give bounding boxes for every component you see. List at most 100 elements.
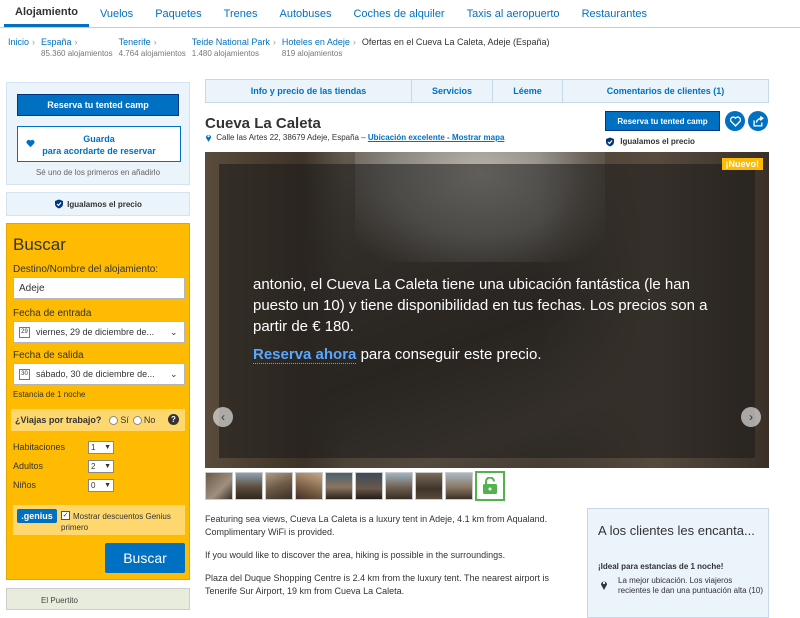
checkin-label: Fecha de entrada <box>13 308 92 319</box>
best-location-note: La mejor ubicación. Los viajeros recient… <box>618 576 763 595</box>
nav-tab-coches[interactable]: Coches de alquiler <box>342 0 455 27</box>
guest-highlights: A los clientes les encanta... ¡Ideal par… <box>587 508 769 618</box>
nav-tab-restaurantes[interactable]: Restaurantes <box>571 0 658 27</box>
breadcrumb-item[interactable]: Teide National Park › 1.480 alojamientos <box>192 37 276 58</box>
chevron-right-icon: › <box>74 37 78 47</box>
save-label-line1: Guarda <box>83 134 115 144</box>
thumbnail[interactable] <box>265 472 293 500</box>
thumbnail[interactable] <box>325 472 353 500</box>
business-no-label[interactable]: No <box>144 415 156 425</box>
price-match-label: Igualamos el precio <box>620 137 695 147</box>
breadcrumb-item[interactable]: España › 85.360 alojamientos <box>41 37 113 58</box>
next-photo-button[interactable]: › <box>741 407 761 427</box>
description-paragraph: If you would like to discover the area, … <box>205 550 506 560</box>
reserve-tented-camp-button[interactable]: Reserva tu tented camp <box>17 94 179 116</box>
nav-tab-autobuses[interactable]: Autobuses <box>269 0 343 27</box>
prev-photo-button[interactable]: ‹ <box>213 407 233 427</box>
genius-filter: .genius ✓ Mostrar descuentos Genius prim… <box>13 505 185 535</box>
breadcrumb-label[interactable]: Hoteles en Adeje <box>282 37 350 47</box>
breadcrumb-item[interactable]: Inicio › <box>8 37 35 58</box>
destination-input[interactable]: Adeje <box>13 277 185 299</box>
hotel-name: Cueva La Caleta <box>205 115 321 132</box>
nav-tab-alojamiento[interactable]: Alojamiento <box>4 0 89 27</box>
tab-reviews[interactable]: Comentarios de clientes (1) <box>563 80 768 102</box>
breadcrumb-label[interactable]: Inicio <box>8 37 29 47</box>
checkout-label: Fecha de salida <box>13 350 84 361</box>
location-pin-icon <box>205 135 212 143</box>
share-icon <box>752 115 764 127</box>
business-yes-label[interactable]: Sí <box>120 415 129 425</box>
nav-tab-trenes[interactable]: Trenes <box>213 0 269 27</box>
adults-select[interactable]: 2 ▼ <box>88 460 114 473</box>
checkin-date-value: viernes, 29 de diciembre de... <box>36 327 155 337</box>
highlights-title: A los clientes les encanta... <box>598 523 755 538</box>
reserve-now-link[interactable]: Reserva ahora <box>253 346 357 364</box>
breadcrumb-label[interactable]: Tenerife <box>119 37 151 47</box>
checkin-date-select[interactable]: 29 viernes, 29 de diciembre de... ⌄ <box>13 321 185 343</box>
breadcrumb-label[interactable]: España <box>41 37 72 47</box>
genius-label[interactable]: Mostrar descuentos Genius primero <box>61 511 181 533</box>
lock-icon <box>483 477 497 494</box>
calendar-icon: 29 <box>19 326 30 338</box>
stay-length: Estancia de 1 noche <box>13 390 86 399</box>
reserve-tented-camp-top-button[interactable]: Reserva tu tented camp <box>605 111 720 131</box>
tab-services[interactable]: Servicios <box>412 80 493 102</box>
business-yes-radio[interactable] <box>109 415 119 425</box>
thumbnail[interactable] <box>355 472 383 500</box>
thumbnail[interactable] <box>415 472 443 500</box>
availability-message: antonio, el Cueva La Caleta tiene una ub… <box>253 276 708 335</box>
search-button[interactable]: Buscar <box>105 543 185 573</box>
kids-label: Niños <box>13 480 37 490</box>
tab-fine-print[interactable]: Léeme <box>493 80 563 102</box>
heart-icon <box>26 139 35 148</box>
help-icon[interactable]: ? <box>168 414 179 425</box>
new-badge: ¡Nuevo! <box>721 158 763 170</box>
kids-value: 0 <box>91 481 96 490</box>
price-match-badge[interactable]: Igualamos el precio <box>6 192 190 216</box>
search-box: Buscar Destino/Nombre del alojamiento: A… <box>6 223 190 580</box>
nav-tab-paquetes[interactable]: Paquetes <box>144 0 212 27</box>
breadcrumb-count: 4.764 alojamientos <box>118 49 186 58</box>
thumbnail[interactable] <box>295 472 323 500</box>
description-paragraph: Featuring sea views, Cueva La Caleta is … <box>205 514 548 537</box>
thumbnail[interactable] <box>235 472 263 500</box>
breadcrumb-label: Ofertas en el Cueva La Caleta, Adeje (Es… <box>361 37 550 47</box>
nav-tab-vuelos[interactable]: Vuelos <box>89 0 144 27</box>
business-no-radio[interactable] <box>132 415 142 425</box>
ideal-stay-note: ¡Ideal para estancias de 1 noche! <box>598 562 724 571</box>
kids-select[interactable]: 0 ▼ <box>88 479 114 492</box>
chevron-down-icon: ⌄ <box>170 368 178 379</box>
first-to-add-note: Sé uno de los primeros en añadirlo <box>35 168 161 177</box>
breadcrumb-label[interactable]: Teide National Park <box>192 37 270 47</box>
thumbnail[interactable] <box>205 472 233 500</box>
search-title: Buscar <box>13 235 66 254</box>
save-to-wishlist-button[interactable]: Guarda para acordarte de reservar <box>17 126 181 162</box>
chevron-down-icon: ⌄ <box>170 326 178 337</box>
breadcrumb-item[interactable]: Hoteles en Adeje › 819 alojamientos <box>282 37 356 58</box>
map-preview[interactable]: El Puertito <box>6 588 190 610</box>
calendar-icon: 30 <box>19 368 30 380</box>
rooms-label: Habitaciones <box>13 442 66 452</box>
checkout-date-value: sábado, 30 de diciembre de... <box>36 369 155 379</box>
share-button[interactable] <box>748 111 768 131</box>
cta-rest: para conseguir este precio. <box>356 346 542 363</box>
save-label-line2: para acordarte de reservar <box>42 146 156 156</box>
thumbnail[interactable] <box>385 472 413 500</box>
hero-photo[interactable]: antonio, el Cueva La Caleta tiene una ub… <box>205 152 769 468</box>
hotel-address: Calle las Artes 22, 38679 Adeje, España … <box>205 133 505 143</box>
adults-value: 2 <box>91 462 96 471</box>
chevron-right-icon: › <box>32 37 36 47</box>
breadcrumb-item[interactable]: Tenerife › 4.764 alojamientos <box>119 37 186 58</box>
thumbnail[interactable] <box>445 472 473 500</box>
shield-check-icon <box>606 137 614 147</box>
chevron-down-icon: ▼ <box>104 463 111 470</box>
tab-info-price[interactable]: Info y precio de las tiendas <box>206 80 412 102</box>
chevron-down-icon: ▼ <box>104 444 111 451</box>
price-match-note[interactable]: Igualamos el precio <box>605 137 695 147</box>
nav-tab-taxis[interactable]: Taxis al aeropuerto <box>456 0 571 27</box>
more-photos-locked[interactable] <box>475 471 505 501</box>
show-map-link[interactable]: Ubicación excelente - Mostrar mapa <box>368 133 505 142</box>
checkout-date-select[interactable]: 30 sábado, 30 de diciembre de... ⌄ <box>13 363 185 385</box>
rooms-select[interactable]: 1 ▼ <box>88 441 114 454</box>
save-heart-button[interactable] <box>725 111 745 131</box>
